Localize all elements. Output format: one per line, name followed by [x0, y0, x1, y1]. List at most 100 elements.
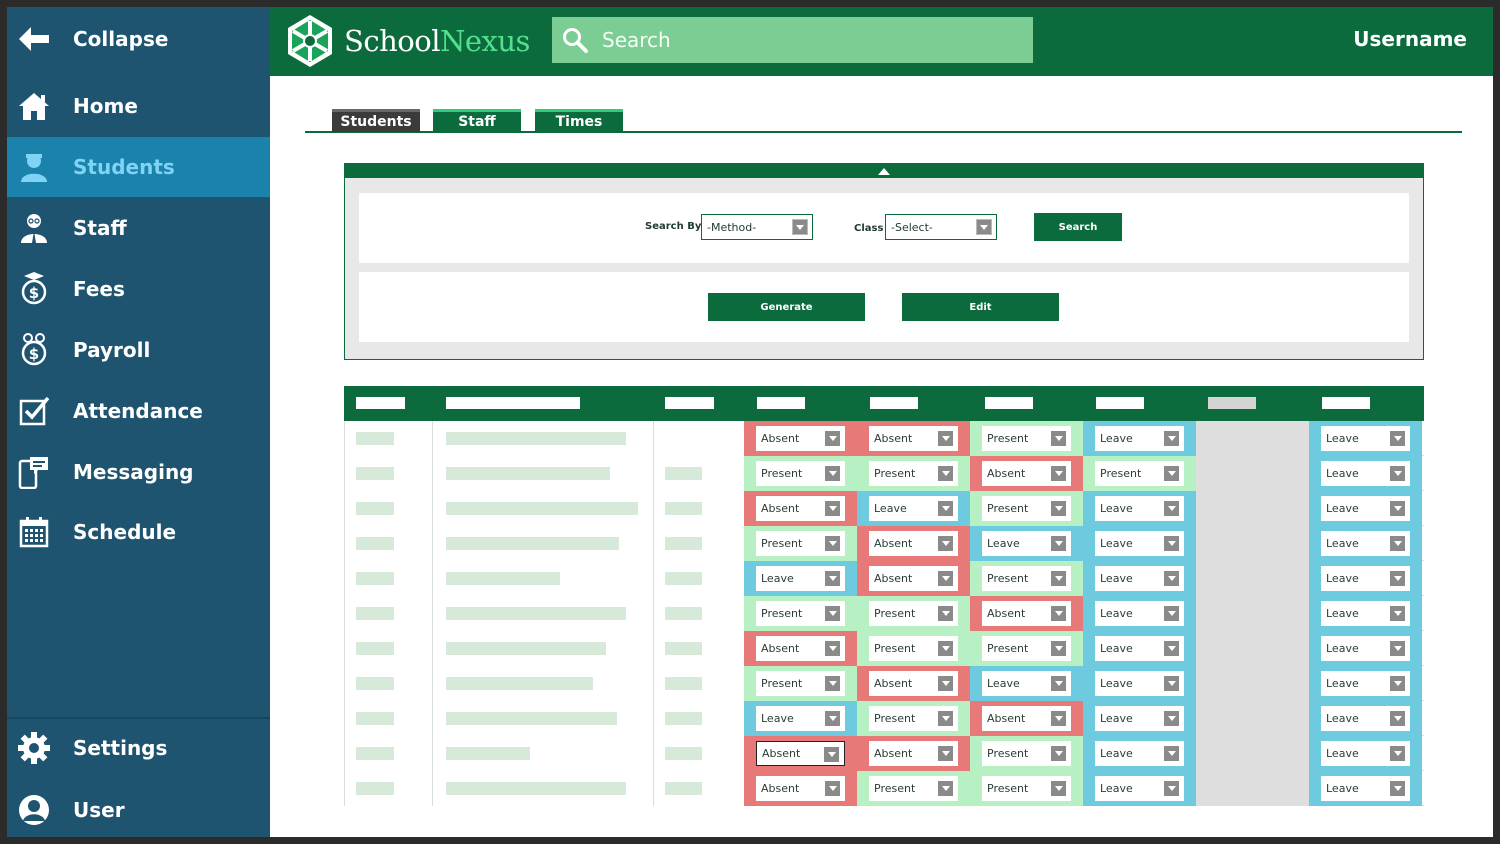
status-select[interactable]: Leave — [1095, 636, 1184, 661]
status-value: Leave — [761, 572, 794, 585]
table-cell — [344, 456, 432, 491]
status-select[interactable]: Present — [982, 636, 1071, 661]
status-select[interactable]: Leave — [1321, 461, 1410, 486]
class-select[interactable]: -Select- — [885, 214, 997, 240]
status-select[interactable]: Leave — [1321, 496, 1410, 521]
collapse-button[interactable]: Collapse — [7, 9, 270, 69]
status-select[interactable]: Present — [869, 601, 958, 626]
status-select[interactable]: Present — [869, 706, 958, 731]
status-select[interactable]: Absent — [756, 426, 845, 451]
status-select[interactable]: Absent — [869, 531, 958, 556]
sidebar-item-label: Messaging — [73, 460, 194, 484]
text-placeholder — [665, 747, 702, 760]
status-select[interactable]: Absent — [982, 601, 1071, 626]
sidebar-item-schedule[interactable]: Schedule — [7, 502, 270, 562]
sidebar-item-settings[interactable]: Settings — [7, 718, 270, 778]
table-cell — [653, 491, 744, 526]
column-header — [446, 397, 580, 409]
status-select[interactable]: Leave — [869, 496, 958, 521]
status-select[interactable]: Leave — [1321, 601, 1410, 626]
username[interactable]: Username — [1353, 27, 1467, 51]
sidebar-item-payroll[interactable]: $ Payroll — [7, 320, 270, 380]
search-icon[interactable] — [562, 27, 588, 53]
status-select[interactable]: Leave — [982, 531, 1071, 556]
sidebar-item-user[interactable]: User — [7, 780, 270, 837]
status-select[interactable]: Leave — [1095, 601, 1184, 626]
status-select[interactable]: Leave — [1095, 426, 1184, 451]
sidebar-item-staff[interactable]: Staff — [7, 198, 270, 258]
status-select[interactable]: Leave — [1321, 636, 1410, 661]
status-select[interactable]: Present — [982, 496, 1071, 521]
edit-button[interactable]: Edit — [902, 293, 1059, 321]
logo[interactable]: SchoolNexus — [282, 13, 530, 69]
status-select[interactable]: Present — [982, 776, 1071, 801]
status-select[interactable]: Absent — [756, 636, 845, 661]
status-select[interactable]: Leave — [1321, 531, 1410, 556]
generate-button[interactable]: Generate — [708, 293, 865, 321]
sidebar-item-messaging[interactable]: Messaging — [7, 442, 270, 502]
status-select[interactable]: Present — [756, 531, 845, 556]
status-select[interactable]: Absent — [869, 566, 958, 591]
search-input[interactable] — [602, 28, 1002, 52]
table-cell — [653, 771, 744, 806]
status-select[interactable]: Present — [756, 601, 845, 626]
status-select[interactable]: Absent — [869, 741, 958, 766]
status-select[interactable]: Absent — [982, 461, 1071, 486]
status-select[interactable]: Present — [869, 636, 958, 661]
search-button[interactable]: Search — [1034, 213, 1122, 241]
status-select[interactable]: Leave — [982, 671, 1071, 696]
status-select[interactable]: Present — [869, 776, 958, 801]
status-select[interactable]: Absent — [869, 426, 958, 451]
status-select[interactable]: Leave — [1095, 566, 1184, 591]
status-select[interactable]: Absent — [869, 671, 958, 696]
status-select[interactable]: Present — [1095, 461, 1184, 486]
status-value: Absent — [987, 607, 1026, 620]
status-select[interactable]: Absent — [756, 776, 845, 801]
status-select[interactable]: Absent — [756, 741, 845, 766]
sidebar-item-attendance[interactable]: Attendance — [7, 381, 270, 441]
status-select[interactable]: Present — [982, 566, 1071, 591]
status-select[interactable]: Leave — [1095, 496, 1184, 521]
sidebar-item-home[interactable]: Home — [7, 76, 270, 136]
method-select[interactable]: -Method- — [701, 214, 813, 240]
tab-staff[interactable]: Staff — [433, 109, 521, 132]
status-select[interactable]: Absent — [982, 706, 1071, 731]
tab-students[interactable]: Students — [332, 109, 420, 132]
status-select[interactable]: Leave — [1095, 531, 1184, 556]
table-cell-empty — [1196, 736, 1309, 771]
status-select[interactable]: Present — [982, 426, 1071, 451]
text-placeholder — [446, 537, 619, 550]
sidebar-item-students[interactable]: Students — [7, 137, 270, 197]
column-header — [870, 397, 918, 409]
status-select[interactable]: Leave — [1321, 671, 1410, 696]
status-select[interactable]: Leave — [1321, 741, 1410, 766]
chevron-up-icon[interactable] — [878, 167, 890, 175]
status-select[interactable]: Leave — [1321, 426, 1410, 451]
status-cell: Present — [970, 491, 1083, 526]
sidebar-item-fees[interactable]: $ Fees — [7, 259, 270, 319]
status-select[interactable]: Present — [982, 741, 1071, 766]
table-cell — [432, 526, 653, 561]
panel-collapse-bar[interactable] — [345, 164, 1423, 178]
status-select[interactable]: Present — [756, 671, 845, 696]
text-placeholder — [356, 747, 394, 760]
status-select[interactable]: Leave — [1321, 706, 1410, 731]
status-select[interactable]: Leave — [1321, 776, 1410, 801]
status-select[interactable]: Present — [756, 461, 845, 486]
status-select[interactable]: Leave — [756, 566, 845, 591]
chevron-down-icon — [1051, 781, 1066, 796]
status-cell: Present — [970, 421, 1083, 456]
status-select[interactable]: Leave — [1095, 706, 1184, 731]
search-bar[interactable] — [552, 17, 1033, 63]
sidebar-item-label: Attendance — [73, 399, 203, 423]
status-select[interactable]: Leave — [1095, 741, 1184, 766]
status-select[interactable]: Present — [869, 461, 958, 486]
table-cell — [653, 526, 744, 561]
status-select[interactable]: Leave — [1095, 671, 1184, 696]
status-select[interactable]: Absent — [756, 496, 845, 521]
tab-times[interactable]: Times — [535, 109, 623, 132]
logo-text: SchoolNexus — [344, 24, 530, 58]
status-select[interactable]: Leave — [756, 706, 845, 731]
status-select[interactable]: Leave — [1095, 776, 1184, 801]
status-select[interactable]: Leave — [1321, 566, 1410, 591]
